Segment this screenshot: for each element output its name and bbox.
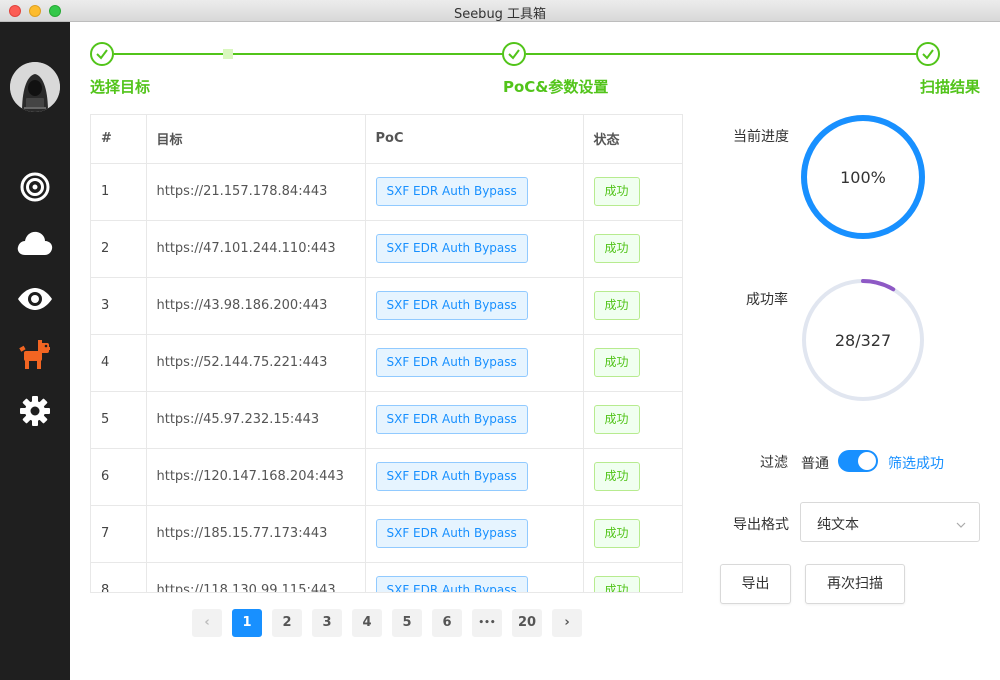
page-button-3[interactable]: 3 <box>312 609 342 637</box>
table-row[interactable]: 6 https://120.147.168.204:443 SXF EDR Au… <box>91 448 682 506</box>
table-row[interactable]: 7 https://185.15.77.173:443 SXF EDR Auth… <box>91 505 682 563</box>
export-format-select[interactable]: 纯文本 <box>800 502 980 542</box>
page-button-4[interactable]: 4 <box>352 609 382 637</box>
row-index: 7 <box>91 505 147 563</box>
results-table: # 目标 PoC 状态 1 https://21.157.178.84:443 … <box>90 114 683 593</box>
success-rate-gauge: 28/327 <box>800 277 926 403</box>
gear-icon[interactable] <box>15 391 55 431</box>
poc-tag: SXF EDR Auth Bypass <box>375 234 528 263</box>
row-target: https://45.97.232.15:443 <box>156 412 320 427</box>
column-header-status: 状态 <box>583 115 682 164</box>
chevron-down-icon <box>955 516 967 535</box>
success-rate-value: 28/327 <box>834 331 892 350</box>
status-badge: 成功 <box>593 462 640 491</box>
page-button-1[interactable]: 1 <box>232 609 262 637</box>
poc-tag: SXF EDR Auth Bypass <box>375 177 528 206</box>
step-marker <box>223 49 233 59</box>
column-header-index: # <box>91 115 147 164</box>
filter-label: 过滤 <box>760 455 788 471</box>
page-button-2[interactable]: 2 <box>272 609 302 637</box>
step-connector <box>114 53 514 55</box>
app-window: Seebug 工具箱 选择目标 PoC&参数设置 扫描结果 # 目标 PoC 状… <box>0 0 1000 680</box>
status-badge: 成功 <box>593 348 640 377</box>
prev-page-button[interactable]: ‹ <box>192 609 222 637</box>
step-2-label: PoC&参数设置 <box>503 78 609 96</box>
row-index: 2 <box>91 220 147 278</box>
poc-tag: SXF EDR Auth Bypass <box>375 348 528 377</box>
step-3-label: 扫描结果 <box>919 78 980 96</box>
poc-tag: SXF EDR Auth Bypass <box>375 576 528 592</box>
table-row[interactable]: 4 https://52.144.75.221:443 SXF EDR Auth… <box>91 334 682 392</box>
avatar[interactable] <box>10 62 60 112</box>
progress-value: 100% <box>840 168 886 187</box>
row-target: https://52.144.75.221:443 <box>156 355 328 370</box>
page-button-20[interactable]: 20 <box>512 609 542 637</box>
status-badge: 成功 <box>593 291 640 320</box>
row-target: https://185.15.77.173:443 <box>156 526 328 541</box>
step-connector <box>526 53 928 55</box>
row-index: 5 <box>91 391 147 449</box>
step-progress: 选择目标 PoC&参数设置 扫描结果 <box>90 42 980 98</box>
row-index: 1 <box>91 163 147 221</box>
success-rate-label: 成功率 <box>746 292 788 308</box>
sidebar <box>0 22 70 680</box>
table-row[interactable]: 8 https://118.130.99.115:443 SXF EDR Aut… <box>91 562 682 593</box>
poc-tag: SXF EDR Auth Bypass <box>375 405 528 434</box>
toggle-knob <box>858 452 876 470</box>
progress-label: 当前进度 <box>733 129 789 145</box>
table-header-row: # 目标 PoC 状态 <box>91 115 682 164</box>
title-bar: Seebug 工具箱 <box>0 0 1000 22</box>
row-index: 4 <box>91 334 147 392</box>
eye-icon[interactable] <box>15 279 55 319</box>
rescan-button[interactable]: 再次扫描 <box>805 564 905 604</box>
status-badge: 成功 <box>593 519 640 548</box>
column-header-poc: PoC <box>365 115 584 164</box>
page-ellipsis-button[interactable]: ••• <box>472 609 502 637</box>
row-target: https://21.157.178.84:443 <box>156 184 328 199</box>
row-index: 8 <box>91 562 147 592</box>
status-badge: 成功 <box>593 405 640 434</box>
filter-on-label: 筛选成功 <box>888 456 944 472</box>
export-button[interactable]: 导出 <box>720 564 791 604</box>
poc-tag: SXF EDR Auth Bypass <box>375 291 528 320</box>
step-1-label: 选择目标 <box>90 78 151 96</box>
progress-gauge: 100% <box>800 114 926 240</box>
window-title: Seebug 工具箱 <box>453 7 547 22</box>
export-format-value: 纯文本 <box>817 517 859 533</box>
step-1-check-icon <box>90 42 114 66</box>
status-badge: 成功 <box>593 576 640 592</box>
step-2-check-icon <box>502 42 526 66</box>
page-button-6[interactable]: 6 <box>432 609 462 637</box>
export-format-label: 导出格式 <box>733 517 789 533</box>
row-target: https://120.147.168.204:443 <box>156 469 344 484</box>
column-header-target: 目标 <box>146 115 366 164</box>
row-index: 3 <box>91 277 147 335</box>
next-page-button[interactable]: › <box>552 609 582 637</box>
status-badge: 成功 <box>593 177 640 206</box>
dog-icon[interactable] <box>15 335 55 375</box>
table-row[interactable]: 2 https://47.101.244.110:443 SXF EDR Aut… <box>91 220 682 278</box>
row-index: 6 <box>91 448 147 506</box>
poc-tag: SXF EDR Auth Bypass <box>375 519 528 548</box>
target-icon[interactable] <box>15 167 55 207</box>
table-row[interactable]: 3 https://43.98.186.200:443 SXF EDR Auth… <box>91 277 682 335</box>
poc-tag: SXF EDR Auth Bypass <box>375 462 528 491</box>
cloud-icon[interactable] <box>15 223 55 263</box>
filter-toggle[interactable] <box>838 450 878 472</box>
page-button-5[interactable]: 5 <box>392 609 422 637</box>
status-badge: 成功 <box>593 234 640 263</box>
row-target: https://118.130.99.115:443 <box>156 583 336 593</box>
filter-off-label: 普通 <box>801 456 829 472</box>
step-3-check-icon <box>916 42 940 66</box>
table-row[interactable]: 5 https://45.97.232.15:443 SXF EDR Auth … <box>91 391 682 449</box>
table-row[interactable]: 1 https://21.157.178.84:443 SXF EDR Auth… <box>91 163 682 221</box>
row-target: https://47.101.244.110:443 <box>156 241 336 256</box>
row-target: https://43.98.186.200:443 <box>156 298 328 313</box>
